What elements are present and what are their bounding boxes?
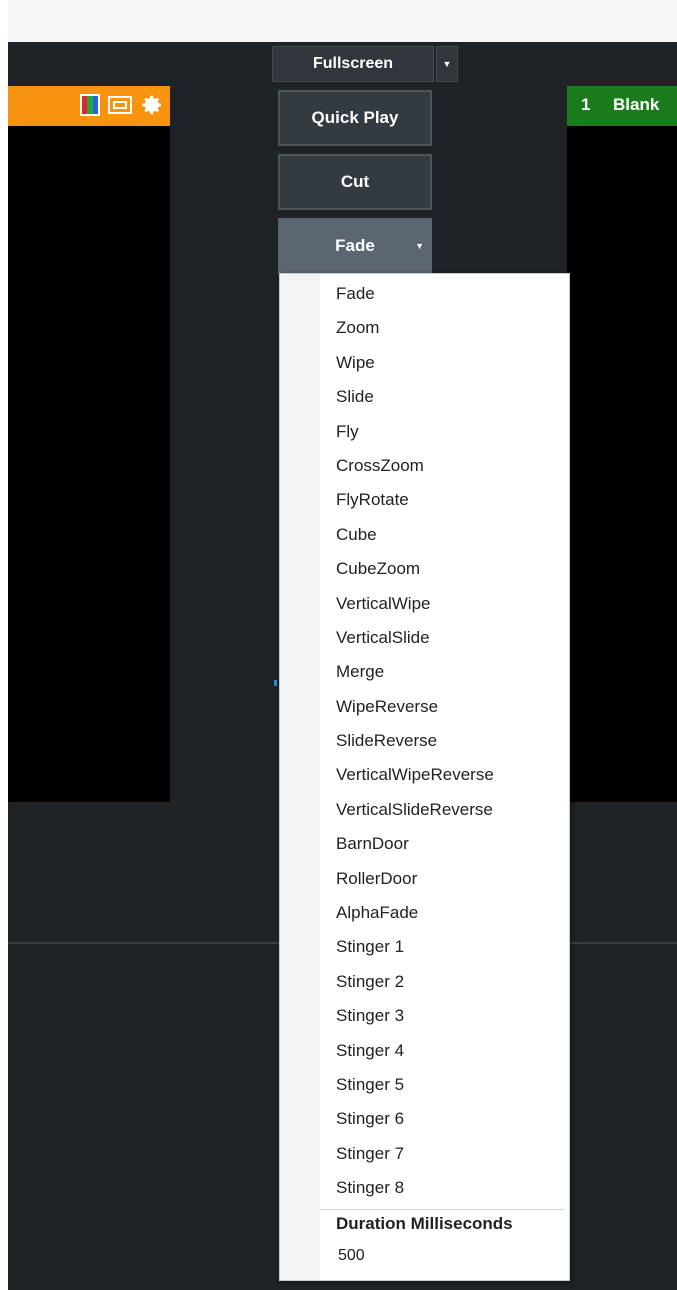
menu-item[interactable]: Cube (280, 518, 569, 552)
menu-item[interactable]: CubeZoom (280, 552, 569, 586)
output-header: 1 Blank (567, 86, 677, 126)
menu-item[interactable]: VerticalWipeReverse (280, 758, 569, 792)
color-bars-icon[interactable] (80, 94, 100, 116)
menu-item[interactable]: FlyRotate (280, 483, 569, 517)
menu-item[interactable]: Stinger 3 (280, 999, 569, 1033)
menu-item[interactable]: CrossZoom (280, 449, 569, 483)
menu-item[interactable]: SlideReverse (280, 724, 569, 758)
menu-item[interactable]: Fly (280, 415, 569, 449)
transition-list: Fade Zoom Wipe Slide Fly CrossZoom FlyRotate Cu… (280, 277, 569, 1206)
output-mode-split-button: Fullscreen ▼ (272, 46, 458, 82)
output-screen[interactable] (567, 126, 677, 802)
chevron-down-icon: ▼ (442, 59, 452, 69)
quick-play-button[interactable]: Quick Play (278, 90, 432, 146)
duration-input[interactable]: 500 (338, 1247, 365, 1265)
menu-item[interactable]: Zoom (280, 311, 569, 345)
menu-item[interactable]: Merge (280, 655, 569, 689)
menu-item[interactable]: Stinger 4 (280, 1034, 569, 1068)
menu-item[interactable]: Stinger 5 (280, 1068, 569, 1102)
menu-item[interactable]: WipeReverse (280, 690, 569, 724)
transition-label: Fade (335, 236, 375, 255)
app-window: 1 Blank Fullscreen ▼ Quick Play Cut Fade… (8, 0, 677, 1290)
menu-item[interactable]: Wipe (280, 346, 569, 380)
title-bar (8, 0, 677, 42)
transition-button[interactable]: Fade ▼ (278, 218, 432, 274)
fullscreen-dropdown-button[interactable]: ▼ (436, 46, 458, 82)
menu-item[interactable]: AlphaFade (280, 896, 569, 930)
menu-item[interactable]: VerticalSlideReverse (280, 793, 569, 827)
chevron-down-icon: ▼ (415, 241, 424, 251)
gear-icon[interactable] (140, 93, 164, 117)
cut-button[interactable]: Cut (278, 154, 432, 210)
output-number: 1 (581, 95, 591, 114)
menu-item[interactable]: Stinger 2 (280, 965, 569, 999)
menu-item[interactable]: Stinger 8 (280, 1171, 569, 1205)
menu-item[interactable]: Stinger 1 (280, 930, 569, 964)
preview-header-icons (80, 93, 164, 117)
menu-item[interactable]: Fade (280, 277, 569, 311)
menu-item[interactable]: VerticalSlide (280, 621, 569, 655)
menu-separator (320, 1209, 565, 1210)
frame-icon[interactable] (108, 96, 132, 114)
scroll-indicator (274, 680, 277, 686)
transition-dropdown-menu: Fade Zoom Wipe Slide Fly CrossZoom FlyRotate Cu… (279, 273, 570, 1281)
menu-item[interactable]: RollerDoor (280, 862, 569, 896)
output-label: Blank (613, 95, 660, 114)
menu-item[interactable]: Slide (280, 380, 569, 414)
preview-header (8, 86, 170, 126)
menu-item[interactable]: BarnDoor (280, 827, 569, 861)
preview-screen[interactable] (8, 126, 170, 802)
menu-item[interactable]: Stinger 6 (280, 1102, 569, 1136)
duration-label: Duration Milliseconds (336, 1214, 513, 1233)
menu-item[interactable]: VerticalWipe (280, 587, 569, 621)
menu-item[interactable]: Stinger 7 (280, 1137, 569, 1171)
fullscreen-button[interactable]: Fullscreen (272, 46, 434, 82)
